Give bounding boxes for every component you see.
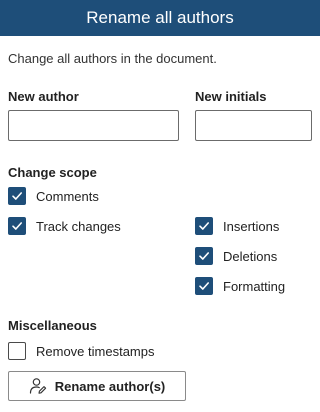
- remove-timestamps-label: Remove timestamps: [36, 343, 155, 359]
- rename-authors-button[interactable]: Rename author(s): [8, 371, 186, 401]
- rename-authors-label: Rename author(s): [54, 378, 166, 394]
- description-text: Change all authors in the document.: [8, 51, 217, 66]
- remove-timestamps-checkbox[interactable]: Remove timestamps: [8, 341, 154, 361]
- track-changes-label: Track changes: [36, 218, 121, 234]
- checkmark-icon: [199, 282, 209, 290]
- checkbox-box: [8, 342, 26, 360]
- pane-header: Rename all authors: [0, 0, 320, 36]
- miscellaneous-heading: Miscellaneous: [8, 318, 97, 333]
- checkmark-icon: [199, 252, 209, 260]
- comments-label: Comments: [36, 188, 99, 204]
- new-author-label: New author: [8, 89, 79, 104]
- checkbox-box: [8, 217, 26, 235]
- checkbox-box: [195, 277, 213, 295]
- formatting-checkbox[interactable]: Formatting: [195, 276, 285, 296]
- checkbox-box: [195, 247, 213, 265]
- new-initials-label: New initials: [195, 89, 267, 104]
- new-author-input[interactable]: [8, 110, 179, 141]
- track-changes-checkbox[interactable]: Track changes: [8, 216, 121, 236]
- checkmark-icon: [12, 192, 22, 200]
- deletions-label: Deletions: [223, 248, 278, 264]
- checkmark-icon: [12, 222, 22, 230]
- checkmark-icon: [199, 222, 209, 230]
- insertions-checkbox[interactable]: Insertions: [195, 216, 279, 236]
- new-initials-input[interactable]: [195, 110, 312, 141]
- checkbox-box: [195, 217, 213, 235]
- insertions-label: Insertions: [223, 218, 280, 234]
- person-edit-icon: [29, 377, 47, 395]
- pane-title: Rename all authors: [86, 8, 234, 27]
- deletions-checkbox[interactable]: Deletions: [195, 246, 277, 266]
- change-scope-heading: Change scope: [8, 165, 97, 180]
- formatting-label: Formatting: [223, 278, 286, 294]
- comments-checkbox[interactable]: Comments: [8, 186, 99, 206]
- checkbox-box: [8, 187, 26, 205]
